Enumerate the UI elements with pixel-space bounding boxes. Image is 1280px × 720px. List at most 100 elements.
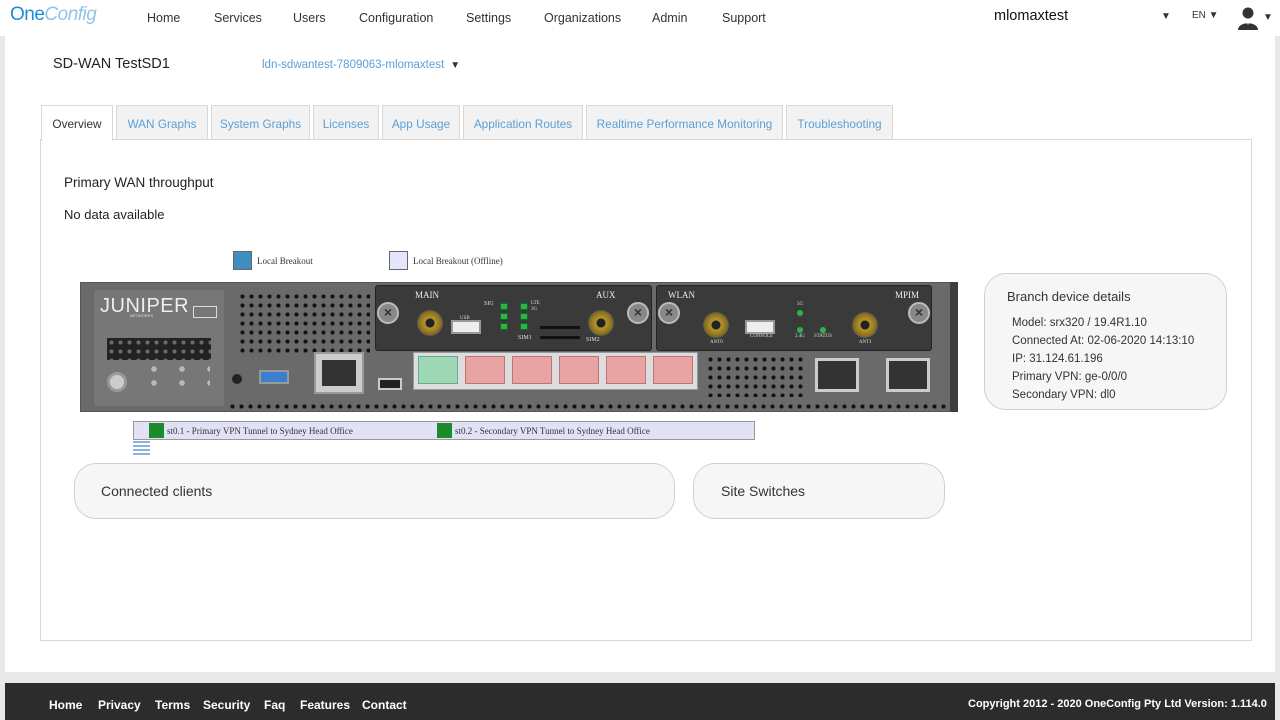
- screw-icon: ×: [377, 302, 399, 324]
- ethernet-port: [653, 356, 693, 384]
- nav-users[interactable]: Users: [293, 11, 326, 25]
- status-led: [797, 310, 803, 316]
- footer-link-features[interactable]: Features: [300, 698, 350, 712]
- antenna-connector-icon: [417, 310, 443, 336]
- language-select[interactable]: EN ▼: [1192, 10, 1219, 21]
- nav-support[interactable]: Support: [722, 11, 766, 25]
- signal-led: [500, 303, 508, 310]
- nav-settings[interactable]: Settings: [466, 11, 511, 25]
- console-label: CONSOLE: [750, 334, 774, 339]
- module-wlan-mpim: [656, 285, 932, 351]
- ethernet-port: [418, 356, 458, 384]
- ant1-label: ANT1: [859, 340, 872, 345]
- top-navbar: [0, 0, 1280, 36]
- antenna-connector-icon: [852, 312, 878, 338]
- footer-link-home[interactable]: Home: [49, 698, 82, 712]
- signal-led: [520, 313, 528, 320]
- signal-led: [520, 303, 528, 310]
- console-usb-port: [745, 320, 775, 334]
- chassis-vent-right: [706, 355, 804, 397]
- legend-swatch-local-breakout-offline: [389, 251, 408, 270]
- module-main-label: MAIN: [415, 290, 439, 300]
- 5g-label: 5G: [797, 302, 804, 307]
- module-mpim-label: MPIM: [895, 290, 920, 300]
- device-select[interactable]: ldn-sdwantest-7809063-mlomaxtest ▼: [262, 59, 460, 71]
- status-label: STATUS: [814, 334, 832, 339]
- footer-link-security[interactable]: Security: [203, 698, 250, 712]
- footer-link-terms[interactable]: Terms: [155, 698, 190, 712]
- user-icon[interactable]: [1237, 6, 1259, 30]
- sim-slot: [540, 326, 580, 329]
- user-name[interactable]: mlomaxtest: [994, 8, 1068, 24]
- detail-connected-at: Connected At: 02-06-2020 14:13:10: [1012, 335, 1195, 347]
- no-data-message: No data available: [64, 207, 165, 222]
- chassis-vent-bottom: [228, 402, 948, 412]
- sfp-port: [886, 358, 930, 392]
- nav-configuration[interactable]: Configuration: [359, 11, 433, 25]
- tab-app-usage[interactable]: App Usage: [382, 105, 460, 140]
- copyright-text: Copyright 2012 - 2020 OneConfig Pty Ltd …: [968, 698, 1267, 710]
- status-led: [820, 327, 826, 333]
- sim1-label: SIM1: [518, 335, 532, 341]
- reset-button[interactable]: [107, 372, 127, 392]
- mini-usb-port: [378, 378, 402, 390]
- detail-secondary-vpn: Secondary VPN: dl0: [1012, 389, 1116, 401]
- tab-licenses[interactable]: Licenses: [313, 105, 379, 140]
- language-label: EN: [1192, 10, 1206, 21]
- device-select-label: ldn-sdwantest-7809063-mlomaxtest: [262, 59, 445, 71]
- footer-link-contact[interactable]: Contact: [362, 698, 407, 712]
- footer-link-privacy[interactable]: Privacy: [98, 698, 141, 712]
- footer-link-faq[interactable]: Faq: [264, 698, 285, 712]
- detail-model: Model: srx320 / 19.4R1.10: [1012, 317, 1147, 329]
- console-port: [314, 352, 364, 394]
- connected-clients-title: Connected clients: [101, 483, 213, 499]
- nav-admin[interactable]: Admin: [652, 11, 687, 25]
- 3g-label: 3G: [531, 307, 538, 312]
- logo-text-main: One: [10, 4, 45, 25]
- screw-icon: ×: [908, 302, 930, 324]
- ethernet-port: [559, 356, 599, 384]
- tunnel-primary-label[interactable]: st0.1 - Primary VPN Tunnel to Sydney Hea…: [167, 426, 353, 436]
- chassis-edge: [950, 282, 958, 412]
- nav-services[interactable]: Services: [214, 11, 262, 25]
- sim2-label: SIM2: [586, 337, 600, 343]
- logo-text-light: Config: [44, 4, 97, 25]
- tunnel-status-indicator: [437, 423, 452, 438]
- tunnel-status-indicator: [149, 423, 164, 438]
- tab-application-routes[interactable]: Application Routes: [463, 105, 583, 140]
- tab-overview[interactable]: Overview: [41, 105, 113, 141]
- signal-led: [500, 313, 508, 320]
- chevron-down-icon[interactable]: ▼: [1161, 11, 1171, 22]
- legend-label-local-breakout-offline: Local Breakout (Offline): [413, 256, 503, 266]
- nav-home[interactable]: Home: [147, 11, 180, 25]
- ant0-label: ANT0: [710, 340, 723, 345]
- chassis-vent-top: [238, 292, 370, 356]
- oneconfig-logo[interactable]: OneConfig: [10, 4, 97, 26]
- branch-details-title: Branch device details: [1007, 289, 1131, 304]
- legend-swatch-local-breakout: [233, 251, 252, 270]
- tab-wan-graphs[interactable]: WAN Graphs: [116, 105, 208, 140]
- signal-led: [500, 323, 508, 330]
- sig-label: SIG: [484, 301, 494, 307]
- antenna-connector-icon: [588, 310, 614, 336]
- module-wlan-label: WLAN: [668, 290, 695, 300]
- user-menu-chevron-icon[interactable]: ▼: [1263, 12, 1273, 23]
- ethernet-port: [465, 356, 505, 384]
- power-led: [232, 374, 242, 384]
- tab-system-graphs[interactable]: System Graphs: [211, 105, 310, 140]
- sfp-port: [815, 358, 859, 392]
- ethernet-port: [606, 356, 646, 384]
- tunnel-secondary-label[interactable]: st0.2 - Secondary VPN Tunnel to Sydney H…: [455, 426, 650, 436]
- detail-ip: IP: 31.124.61.196: [1012, 353, 1103, 365]
- site-switches-title: Site Switches: [721, 483, 806, 499]
- detail-primary-vpn: Primary VPN: ge-0/0/0: [1012, 371, 1128, 383]
- tab-troubleshooting[interactable]: Troubleshooting: [786, 105, 893, 140]
- page-title: SD-WAN TestSD1: [53, 56, 170, 72]
- usb-port: [259, 370, 289, 384]
- tab-realtime-performance-monitoring[interactable]: Realtime Performance Monitoring: [586, 105, 783, 140]
- sim-slot: [540, 336, 580, 339]
- nav-organizations[interactable]: Organizations: [544, 11, 621, 25]
- ethernet-port: [512, 356, 552, 384]
- lte-label: LTE: [531, 301, 540, 306]
- legend-label-local-breakout: Local Breakout: [257, 256, 313, 266]
